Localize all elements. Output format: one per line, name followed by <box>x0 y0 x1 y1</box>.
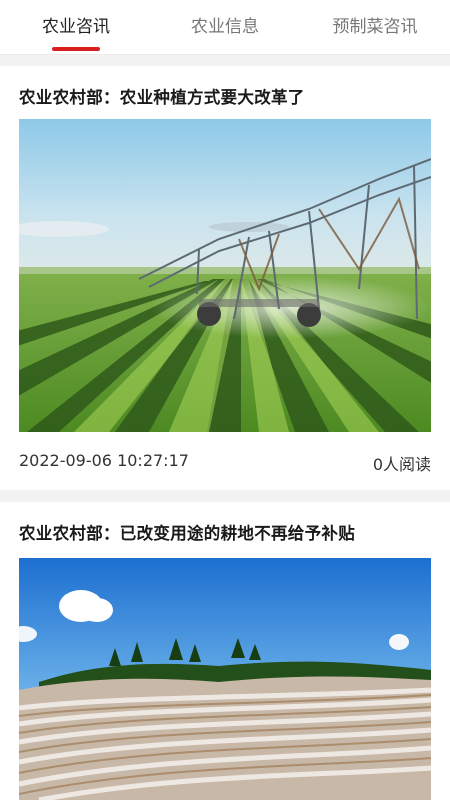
article-read-count: 0人阅读 <box>372 455 431 474</box>
article-card[interactable]: 农业农村部：已改变用途的耕地不再给予补贴 <box>0 502 450 800</box>
article-card[interactable]: 农业农村部：农业种植方式要大改革了 2022-09-06 10:27:17 0人… <box>0 66 450 490</box>
tab-label: 农业咨讯 <box>42 17 110 37</box>
tab-label: 农业信息 <box>191 17 259 37</box>
tab-label: 预制菜咨讯 <box>332 17 418 37</box>
active-tab-indicator <box>52 47 100 51</box>
article-image[interactable] <box>19 558 431 800</box>
article-date: 2022-09-06 10:27:17 <box>19 451 189 470</box>
irrigation-field-photo <box>19 119 431 432</box>
article-title[interactable]: 农业农村部：已改变用途的耕地不再给予补贴 <box>19 520 355 544</box>
tab-agri-news[interactable]: 农业咨讯 <box>28 12 124 51</box>
plastic-mulch-field-photo <box>19 558 431 800</box>
article-image[interactable] <box>19 119 431 432</box>
tab-agri-info[interactable]: 农业信息 <box>177 12 273 42</box>
article-title[interactable]: 农业农村部：农业种植方式要大改革了 <box>19 84 305 108</box>
tab-bar: 农业咨讯 农业信息 预制菜咨讯 <box>0 0 450 55</box>
tab-prepared-food-news[interactable]: 预制菜咨讯 <box>320 12 430 42</box>
